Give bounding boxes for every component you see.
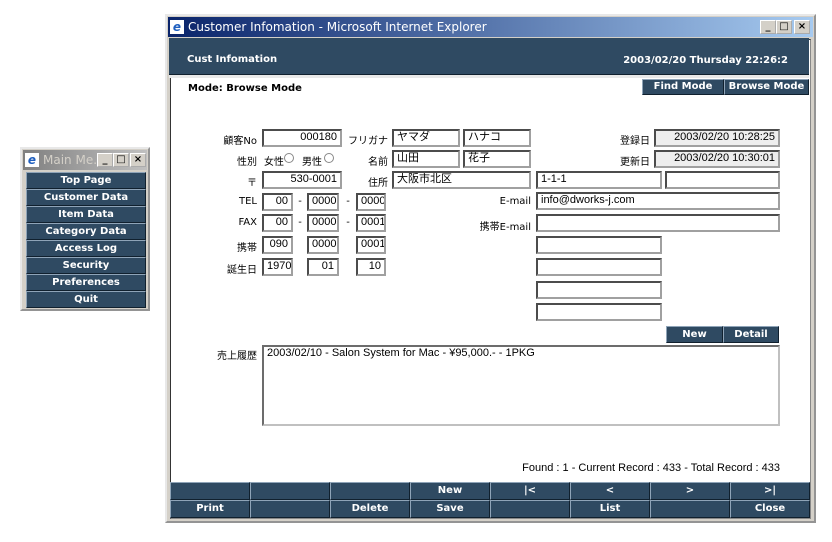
main-menu-window: e Main Me... _ □ × Top Page Customer Data… — [20, 147, 150, 311]
menu-item-top-page[interactable]: Top Page — [26, 172, 146, 189]
fax-1-input[interactable]: 00 — [262, 214, 293, 232]
birth-month-input[interactable]: 01 — [307, 258, 339, 276]
mobile-email-input[interactable] — [536, 214, 780, 232]
toolbar-nav-button[interactable]: >| — [730, 482, 810, 500]
female-label: 女性 — [264, 157, 284, 168]
find-mode-button[interactable]: Find Mode — [642, 79, 724, 95]
furigana-first-input[interactable]: ハナコ — [463, 129, 531, 147]
furigana-last-input[interactable]: ヤマダ — [392, 129, 460, 147]
gender-label: 性別 — [237, 157, 257, 168]
menu-item-category-data[interactable]: Category Data — [26, 223, 146, 240]
browse-mode-button[interactable]: Browse Mode — [724, 79, 809, 95]
menu-item-security[interactable]: Security — [26, 257, 146, 274]
header-divider — [169, 74, 809, 78]
toolbar-nav-button[interactable]: > — [650, 482, 730, 500]
female-radio[interactable] — [284, 153, 294, 163]
email-input[interactable]: info@dworks-j.com — [536, 192, 780, 210]
tel-1-input[interactable]: 00 — [262, 193, 293, 211]
mode-label: Mode: Browse Mode — [188, 83, 302, 94]
header-datetime: 2003/02/20 Thursday 22:26:2 — [623, 55, 788, 66]
maximize-button[interactable]: □ — [113, 153, 129, 167]
window-title-bar[interactable]: e Customer Infomation - Microsoft Intern… — [168, 17, 813, 37]
mobile-email-label: 携帯E-mail — [479, 222, 531, 233]
zip-label: 〒 — [247, 178, 257, 189]
menu-item-access-log[interactable]: Access Log — [26, 240, 146, 257]
extra-input-4[interactable] — [536, 303, 662, 321]
toolbar-nav-button[interactable]: < — [570, 482, 650, 500]
fax-3-input[interactable]: 0001 — [356, 214, 386, 232]
address2-input[interactable]: 1-1-1 — [536, 171, 662, 189]
menu-item-quit[interactable]: Quit — [26, 291, 146, 308]
male-label: 男性 — [302, 157, 322, 168]
toolbar-nav-button[interactable]: |< — [490, 482, 570, 500]
toolbar-empty-cell — [250, 482, 330, 500]
menu-window-title: Main Me... — [43, 153, 105, 167]
toolbar-empty-cell — [330, 482, 410, 500]
extra-input-1[interactable] — [536, 236, 662, 254]
address3-input[interactable] — [665, 171, 780, 189]
minimize-button[interactable]: _ — [760, 20, 776, 34]
page-title: Cust Infomation — [187, 54, 278, 65]
page-content — [170, 39, 811, 519]
address-label: 住所 — [368, 178, 388, 189]
menu-item-preferences[interactable]: Preferences — [26, 274, 146, 291]
extra-input-2[interactable] — [536, 258, 662, 276]
toolbar-empty-cell — [650, 500, 730, 518]
customer-no-label: 顧客No — [223, 136, 257, 147]
sales-history-textarea[interactable]: 2003/02/10 - Salon System for Mac - ¥95,… — [262, 345, 780, 426]
name-first-input[interactable]: 花子 — [463, 150, 531, 168]
sales-new-button[interactable]: New — [666, 326, 723, 343]
birthday-label: 誕生日 — [227, 265, 257, 276]
updated-input[interactable]: 2003/02/20 10:30:01 — [654, 150, 780, 168]
name-last-input[interactable]: 山田 — [392, 150, 460, 168]
toolbar-close-button[interactable]: Close — [730, 500, 810, 518]
mobile-3-input[interactable]: 0001 — [356, 236, 386, 254]
toolbar-empty-cell — [170, 482, 250, 500]
toolbar-new-button[interactable]: New — [410, 482, 490, 500]
toolbar-save-button[interactable]: Save — [410, 500, 490, 518]
extra-input-3[interactable] — [536, 281, 662, 299]
mobile-2-input[interactable]: 0000 — [307, 236, 339, 254]
record-status: Found : 1 - Current Record : 433 - Total… — [522, 462, 780, 474]
tel-label: TEL — [239, 196, 257, 207]
sales-detail-button[interactable]: Detail — [723, 326, 779, 343]
ie-icon: e — [170, 20, 184, 34]
updated-label: 更新日 — [620, 157, 650, 168]
toolbar-list-button[interactable]: List — [570, 500, 650, 518]
furigana-label: フリガナ — [348, 136, 388, 147]
toolbar-delete-button[interactable]: Delete — [330, 500, 410, 518]
address1-input[interactable]: 大阪市北区 — [392, 171, 531, 189]
toolbar-empty-cell — [250, 500, 330, 518]
tel-2-input[interactable]: 0000 — [307, 193, 339, 211]
mobile-label: 携帯 — [237, 243, 257, 254]
toolbar-empty-cell — [490, 500, 570, 518]
menu-item-item-data[interactable]: Item Data — [26, 206, 146, 223]
registered-label: 登録日 — [620, 136, 650, 147]
window-title: Customer Infomation - Microsoft Internet… — [188, 20, 487, 34]
mobile-1-input[interactable]: 090 — [262, 236, 293, 254]
birth-year-input[interactable]: 1970 — [262, 258, 293, 276]
fax-label: FAX — [238, 217, 257, 228]
close-button[interactable]: × — [130, 153, 146, 167]
close-button[interactable]: × — [794, 20, 810, 34]
tel-3-input[interactable]: 0000 — [356, 193, 386, 211]
maximize-button[interactable]: □ — [776, 20, 792, 34]
minimize-button[interactable]: _ — [97, 153, 113, 167]
toolbar-print-button[interactable]: Print — [170, 500, 250, 518]
sales-label: 売上履歴 — [217, 351, 257, 362]
male-radio[interactable] — [324, 153, 334, 163]
registered-input[interactable]: 2003/02/20 10:28:25 — [654, 129, 780, 147]
dash: - — [346, 196, 350, 207]
email-label: E-mail — [499, 196, 531, 207]
ie-icon: e — [25, 153, 39, 167]
birth-day-input[interactable]: 10 — [356, 258, 386, 276]
menu-item-customer-data[interactable]: Customer Data — [26, 189, 146, 206]
dash: - — [298, 217, 302, 228]
dash: - — [346, 217, 350, 228]
name-label: 名前 — [368, 157, 388, 168]
dash: - — [298, 196, 302, 207]
fax-2-input[interactable]: 0000 — [307, 214, 339, 232]
zip-input[interactable]: 530-0001 — [262, 171, 342, 189]
customer-no-input[interactable]: 000180 — [262, 129, 342, 147]
